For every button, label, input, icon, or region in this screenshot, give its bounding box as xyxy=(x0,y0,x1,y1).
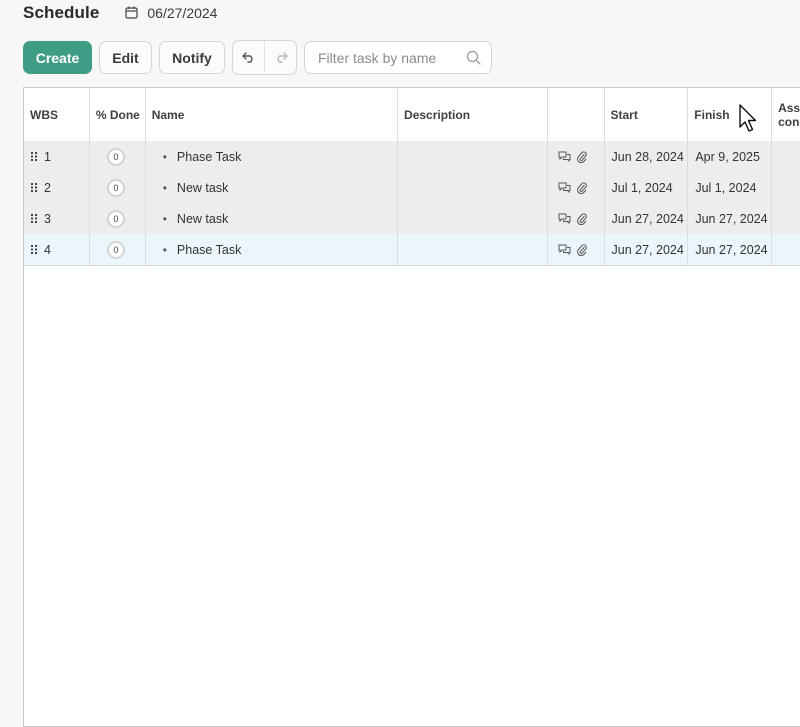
column-header-assigned[interactable]: Ass con xyxy=(772,88,800,141)
column-header-name[interactable]: Name xyxy=(146,88,399,141)
column-header-finish[interactable]: Finish xyxy=(688,88,773,141)
schedule-date[interactable]: 06/27/2024 xyxy=(125,5,217,21)
row-finish[interactable]: Apr 9, 2025 xyxy=(688,141,773,172)
table-row[interactable]: 2 0 • New task Jul 1, 2024 Jul 1, 2024 xyxy=(24,172,800,204)
page-title: Schedule xyxy=(23,3,100,22)
calendar-icon xyxy=(125,6,139,20)
row-name[interactable]: Phase Task xyxy=(177,243,241,257)
grid-header-row: WBS % Done Name Description Start Finish… xyxy=(24,88,800,142)
notify-button[interactable]: Notify xyxy=(159,41,225,74)
percent-done-badge[interactable]: 0 xyxy=(106,178,125,197)
row-assigned[interactable] xyxy=(772,172,800,203)
search-input[interactable] xyxy=(318,49,466,66)
row-start[interactable]: Jun 28, 2024 xyxy=(605,141,689,172)
attachment-icon[interactable] xyxy=(576,181,587,194)
row-finish[interactable]: Jul 1, 2024 xyxy=(688,172,773,203)
row-assigned[interactable] xyxy=(772,141,800,172)
column-header-icons xyxy=(548,88,605,141)
redo-icon xyxy=(277,51,288,63)
row-finish[interactable]: Jun 27, 2024 xyxy=(688,203,773,234)
mouse-cursor-icon xyxy=(739,104,757,132)
row-description[interactable] xyxy=(398,234,548,265)
toolbar: Create Edit Notify xyxy=(23,40,492,75)
row-wbs: 3 xyxy=(44,211,51,226)
percent-done-badge[interactable]: 0 xyxy=(106,147,125,166)
row-wbs: 4 xyxy=(44,242,51,257)
bullet-icon: • xyxy=(162,149,167,164)
column-header-description[interactable]: Description xyxy=(398,88,548,141)
row-description[interactable] xyxy=(398,203,548,234)
attachment-icon[interactable] xyxy=(576,243,587,256)
attachment-icon[interactable] xyxy=(576,150,587,163)
percent-done-badge[interactable]: 0 xyxy=(106,209,125,228)
filter-task-search[interactable] xyxy=(304,41,492,74)
table-row[interactable]: 1 0 • Phase Task Jun 28, 2024 Apr 9, 2025 xyxy=(24,141,800,173)
row-description[interactable] xyxy=(398,172,548,203)
redo-button[interactable] xyxy=(264,41,296,72)
row-name[interactable]: New task xyxy=(177,212,228,226)
row-assigned[interactable] xyxy=(772,234,800,265)
comment-icon[interactable] xyxy=(558,151,571,162)
row-name[interactable]: Phase Task xyxy=(177,150,241,164)
undo-icon xyxy=(241,51,252,63)
comment-icon[interactable] xyxy=(558,182,571,193)
row-description[interactable] xyxy=(398,141,548,172)
bullet-icon: • xyxy=(162,180,167,195)
drag-handle-icon[interactable] xyxy=(31,181,37,195)
comment-icon[interactable] xyxy=(558,244,571,255)
undo-button[interactable] xyxy=(233,41,264,72)
drag-handle-icon[interactable] xyxy=(31,150,37,164)
table-row[interactable]: 3 0 • New task Jun 27, 2024 Jun 27, 2024 xyxy=(24,203,800,235)
schedule-date-text: 06/27/2024 xyxy=(147,5,218,21)
schedule-grid: WBS % Done Name Description Start Finish… xyxy=(23,87,800,727)
row-wbs: 2 xyxy=(44,180,51,195)
drag-handle-icon[interactable] xyxy=(31,243,37,257)
row-wbs: 1 xyxy=(44,149,51,164)
table-row-selected[interactable]: 4 0 • Phase Task Jun 27, 2024 Jun 27, 202… xyxy=(24,234,800,266)
search-icon xyxy=(466,50,481,65)
row-start[interactable]: Jun 27, 2024 xyxy=(605,234,689,265)
column-header-start[interactable]: Start xyxy=(605,88,689,141)
undo-redo-group xyxy=(232,40,297,75)
edit-button[interactable]: Edit xyxy=(99,41,152,74)
row-start[interactable]: Jun 27, 2024 xyxy=(605,203,689,234)
page-header: Schedule 06/27/2024 xyxy=(23,0,217,26)
bullet-icon: • xyxy=(162,242,167,257)
percent-done-badge[interactable]: 0 xyxy=(106,240,125,259)
bullet-icon: • xyxy=(162,211,167,226)
row-name[interactable]: New task xyxy=(177,181,228,195)
comment-icon[interactable] xyxy=(558,213,571,224)
create-button[interactable]: Create xyxy=(23,41,92,74)
column-header-percent-done[interactable]: % Done xyxy=(90,88,146,141)
column-header-wbs[interactable]: WBS xyxy=(24,88,90,141)
row-finish[interactable]: Jun 27, 2024 xyxy=(688,234,773,265)
attachment-icon[interactable] xyxy=(576,212,587,225)
row-start[interactable]: Jul 1, 2024 xyxy=(605,172,689,203)
row-assigned[interactable] xyxy=(772,203,800,234)
drag-handle-icon[interactable] xyxy=(31,212,37,226)
